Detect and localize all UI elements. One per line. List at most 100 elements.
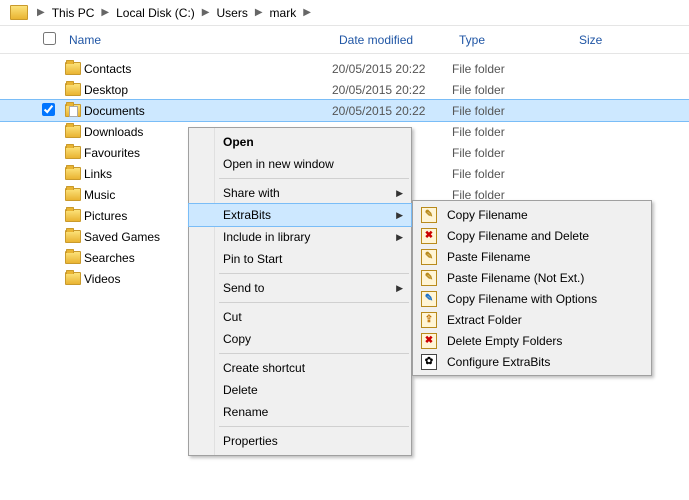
column-headers: Name Date modified Type Size	[0, 26, 689, 54]
file-name: Documents	[84, 104, 332, 118]
chevron-right-icon[interactable]: ▶	[101, 7, 109, 18]
folder-icon	[65, 188, 81, 201]
delempty-icon: ✖	[421, 333, 437, 349]
breadcrumb-item[interactable]: Local Disk (C:)	[114, 4, 197, 22]
column-type[interactable]: Type	[453, 33, 573, 47]
chevron-right-icon: ▶	[396, 188, 403, 199]
file-date: 20/05/2015 20:22	[332, 83, 452, 97]
menu-label: Delete Empty Folders	[447, 334, 562, 348]
chevron-right-icon: ▶	[396, 232, 403, 243]
menu-extrabits[interactable]: ExtraBits ▶	[189, 204, 411, 226]
menu-properties[interactable]: Properties	[189, 430, 411, 452]
menu-label: Share with	[223, 186, 280, 200]
file-type: File folder	[452, 146, 572, 160]
menu-include-library[interactable]: Include in library ▶	[189, 226, 411, 248]
menu-label: Send to	[223, 281, 264, 295]
cfg-icon: ✿	[421, 354, 437, 370]
folder-icon	[65, 272, 81, 285]
breadcrumb-item[interactable]: Users	[214, 4, 249, 22]
folder-icon	[10, 5, 28, 20]
chevron-right-icon[interactable]: ▶	[37, 7, 45, 18]
extrabits-submenu: ✎ Copy Filename ✖ Copy Filename and Delete ✎…	[412, 200, 652, 376]
file-type: File folder	[452, 104, 572, 118]
copy-icon: ✎	[421, 207, 437, 223]
file-row[interactable]: Contacts20/05/2015 20:22File folder	[0, 58, 689, 79]
menu-pin-start[interactable]: Pin to Start	[189, 248, 411, 270]
column-size[interactable]: Size	[573, 33, 633, 47]
separator	[219, 426, 409, 427]
separator	[219, 178, 409, 179]
folder-icon	[65, 62, 81, 75]
extrabits-item[interactable]: ✎ Copy Filename with Options	[413, 288, 651, 309]
breadcrumb-item[interactable]: This PC	[50, 4, 97, 22]
file-name: Contacts	[84, 62, 332, 76]
file-row[interactable]: Desktop20/05/2015 20:22File folder	[0, 79, 689, 100]
extrabits-item[interactable]: ✿ Configure ExtraBits	[413, 351, 651, 372]
menu-label: Copy Filename and Delete	[447, 229, 589, 243]
menu-label: Configure ExtraBits	[447, 355, 550, 369]
extrabits-item[interactable]: ✖ Delete Empty Folders	[413, 330, 651, 351]
menu-open[interactable]: Open	[189, 131, 411, 153]
extract-icon: ⇪	[421, 312, 437, 328]
extrabits-item[interactable]: ✎Paste Filename	[413, 246, 651, 267]
folder-icon	[65, 251, 81, 264]
menu-label: ExtraBits	[223, 208, 271, 222]
menu-send-to[interactable]: Send to ▶	[189, 277, 411, 299]
menu-label: Rename	[223, 405, 268, 419]
menu-label: Include in library	[223, 230, 310, 244]
folder-icon	[65, 167, 81, 180]
chevron-right-icon[interactable]: ▶	[303, 7, 311, 18]
menu-label: Delete	[223, 383, 258, 397]
menu-rename[interactable]: Rename	[189, 401, 411, 423]
context-menu: Open Open in new window Share with ▶ Extr…	[188, 127, 412, 456]
file-name: Desktop	[84, 83, 332, 97]
menu-cut[interactable]: Cut	[189, 306, 411, 328]
menu-copy[interactable]: Copy	[189, 328, 411, 350]
menu-label: Paste Filename	[447, 250, 530, 264]
copyopt-icon: ✎	[421, 291, 437, 307]
file-type: File folder	[452, 125, 572, 139]
column-date[interactable]: Date modified	[333, 33, 453, 47]
separator	[219, 302, 409, 303]
chevron-right-icon[interactable]: ▶	[255, 7, 263, 18]
breadcrumb-item[interactable]: mark	[268, 4, 299, 22]
menu-open-new-window[interactable]: Open in new window	[189, 153, 411, 175]
file-type: File folder	[452, 62, 572, 76]
copydel-icon: ✖	[421, 228, 437, 244]
menu-label: Open in new window	[223, 157, 334, 171]
menu-label: Properties	[223, 434, 278, 448]
extrabits-item[interactable]: ✖ Copy Filename and Delete	[413, 225, 651, 246]
menu-share-with[interactable]: Share with ▶	[189, 182, 411, 204]
menu-label: Pin to Start	[223, 252, 282, 266]
folder-icon	[65, 104, 81, 117]
folder-icon	[65, 146, 81, 159]
select-all-checkbox[interactable]	[43, 32, 56, 45]
menu-label: Copy Filename	[447, 208, 528, 222]
file-date: 20/05/2015 20:22	[332, 104, 452, 118]
breadcrumb[interactable]: ▶ This PC ▶ Local Disk (C:) ▶ Users ▶ ma…	[0, 0, 689, 26]
extrabits-item[interactable]: ✎ Copy Filename	[413, 204, 651, 225]
menu-label: Cut	[223, 310, 242, 324]
file-type: File folder	[452, 83, 572, 97]
folder-icon	[65, 230, 81, 243]
menu-label: Open	[223, 135, 254, 149]
chevron-right-icon: ▶	[396, 210, 403, 221]
separator	[219, 353, 409, 354]
column-name[interactable]: Name	[63, 33, 333, 47]
menu-delete[interactable]: Delete	[189, 379, 411, 401]
extrabits-item[interactable]: ⇪ Extract Folder	[413, 309, 651, 330]
menu-label: Copy	[223, 332, 251, 346]
paste-icon: ✎	[421, 270, 437, 286]
file-type: File folder	[452, 167, 572, 181]
menu-label: Copy Filename with Options	[447, 292, 597, 306]
menu-create-shortcut[interactable]: Create shortcut	[189, 357, 411, 379]
extrabits-item[interactable]: ✎ Paste Filename (Not Ext.)	[413, 267, 651, 288]
file-row[interactable]: Documents20/05/2015 20:22File folder	[0, 100, 689, 121]
menu-label: Paste Filename (Not Ext.)	[447, 271, 584, 285]
row-checkbox[interactable]	[42, 103, 55, 116]
chevron-right-icon: ▶	[396, 283, 403, 294]
menu-label: Create shortcut	[223, 361, 305, 375]
menu-label: Extract Folder	[447, 313, 522, 327]
chevron-right-icon[interactable]: ▶	[202, 7, 210, 18]
folder-icon	[65, 83, 81, 96]
